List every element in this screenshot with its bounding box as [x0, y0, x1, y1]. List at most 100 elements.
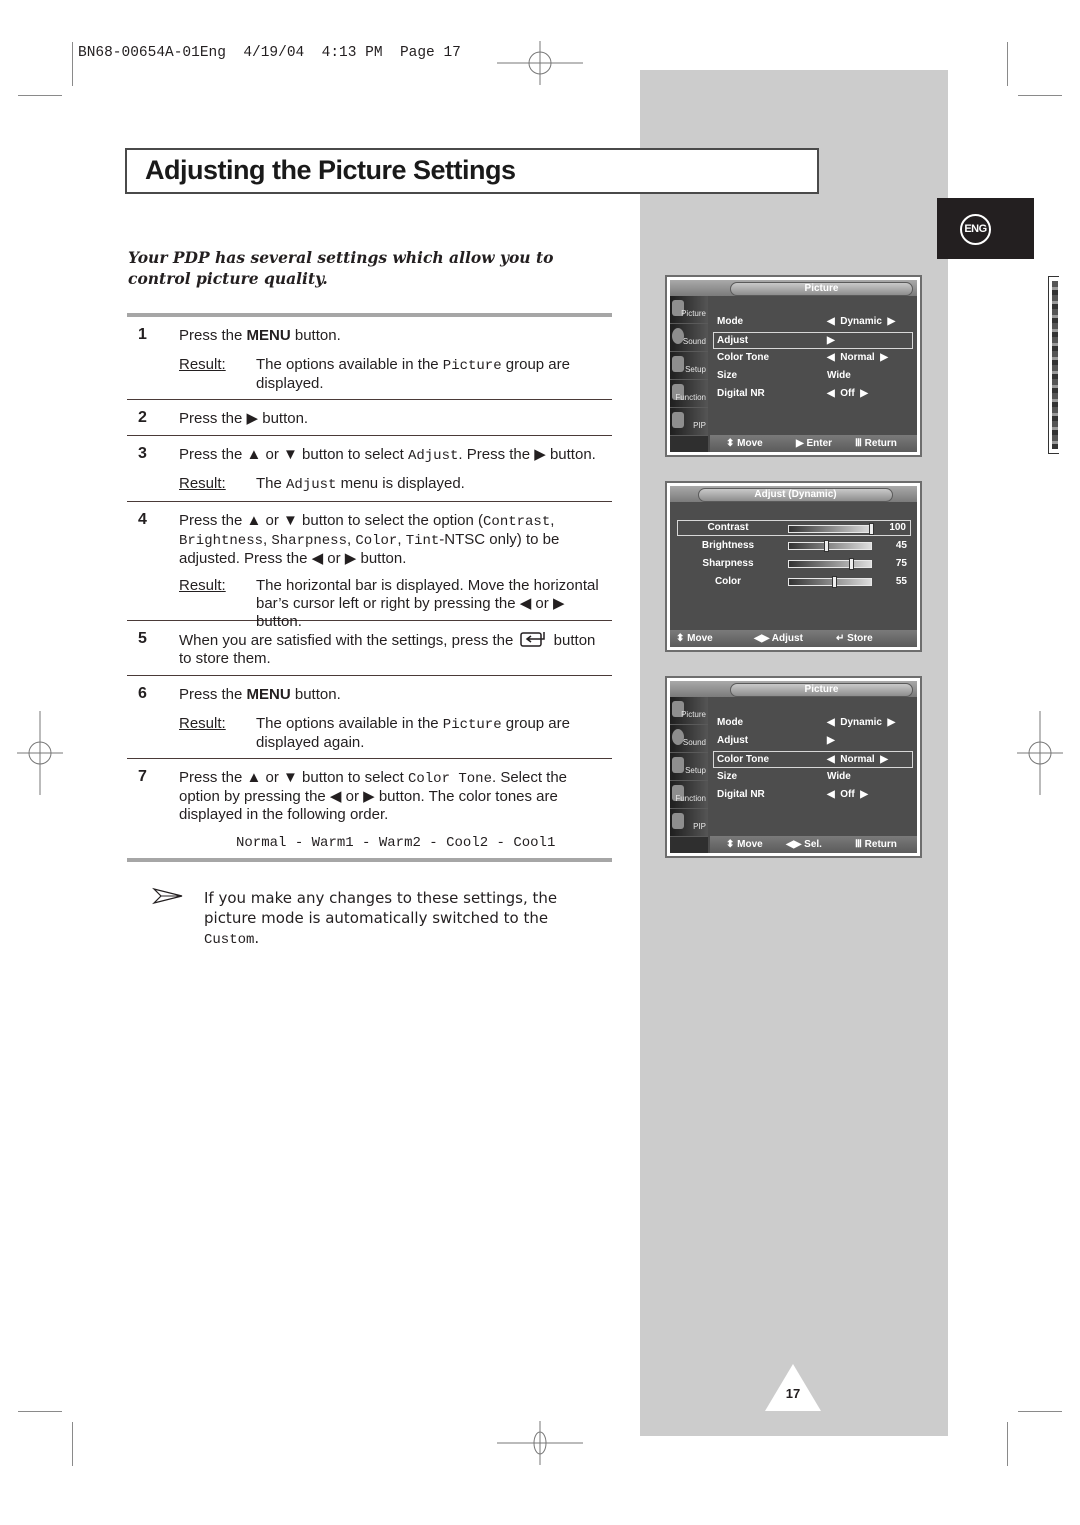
slider-knob[interactable] — [832, 576, 838, 588]
result-text: The Adjust menu is displayed. — [256, 475, 465, 493]
osd-tab-sound[interactable]: Sound — [670, 324, 708, 352]
tone-separator: - — [353, 835, 379, 851]
language-badge: ENG — [960, 214, 991, 245]
osd-hint-adjust: ◀▶ Adjust — [754, 633, 803, 644]
slider-track[interactable] — [788, 523, 874, 535]
osd-row-digital-nr[interactable]: Digital NR ◀ Off ▶ — [714, 386, 913, 402]
crop-mark — [1007, 42, 1008, 86]
osd-footer: ⬍ Move ◀▶ Sel. Ⅲ Return — [710, 836, 917, 853]
slider-knob[interactable] — [848, 558, 854, 570]
osd-tab-setup[interactable]: Setup — [670, 753, 708, 781]
osd-row-mode[interactable]: Mode ◀ Dynamic ▶ — [714, 715, 913, 731]
slider-track[interactable] — [788, 540, 872, 552]
step-number: 2 — [138, 409, 147, 426]
color-tone-order: Normal - Warm1 - Warm2 - Cool2 - Cool1 — [236, 835, 555, 851]
osd-slider-contrast[interactable]: Contrast 100 — [677, 520, 911, 536]
result-label: Result: — [179, 475, 226, 492]
slider-knob[interactable] — [869, 523, 874, 535]
result-label: Result: — [179, 715, 226, 732]
osd-tab-function[interactable]: Function — [670, 380, 708, 408]
step-text: When you are satisfied with the settings… — [179, 632, 596, 667]
crop-mark — [18, 1411, 62, 1412]
step-number: 3 — [138, 445, 147, 462]
step-text: Press the MENU button. — [179, 327, 341, 344]
osd-tab-picture[interactable]: Picture — [670, 296, 708, 324]
result-text: The options available in the Picture gro… — [256, 356, 570, 392]
divider — [127, 858, 612, 862]
step-number: 5 — [138, 630, 147, 647]
registration-mark-left — [17, 711, 63, 795]
step-number: 1 — [138, 326, 147, 343]
slider-knob[interactable] — [823, 540, 829, 552]
osd-row-adjust[interactable]: Adjust ▶ — [714, 733, 913, 749]
osd-hint-move: ⬍ Move — [676, 633, 713, 644]
divider — [127, 435, 612, 436]
step-number: 6 — [138, 685, 147, 702]
osd-hint-move: ⬍ Move — [726, 839, 763, 850]
osd-tab-setup[interactable]: Setup — [670, 352, 708, 380]
result-text: The horizontal bar is displayed. Move th… — [256, 577, 599, 630]
crop-mark — [18, 95, 62, 96]
osd-row-adjust[interactable]: Adjust ▶ — [713, 332, 913, 349]
language-tab: ENG — [937, 198, 1034, 259]
crop-mark — [1018, 1411, 1062, 1412]
registration-mark-bottom — [497, 1421, 583, 1465]
osd-row-mode[interactable]: Mode ◀ Dynamic ▶ — [714, 314, 913, 330]
page-edge-thumbnail — [1048, 276, 1059, 454]
osd-tab-sound[interactable]: Sound — [670, 725, 708, 753]
osd-tab-pip[interactable]: PIP — [670, 809, 708, 837]
osd-row-digital-nr[interactable]: Digital NR ◀ Off ▶ — [714, 787, 913, 803]
step-text: Press the ▲ or ▼ button to select the op… — [179, 512, 560, 567]
osd-picture-menu-color-tone: Picture Picture Sound Setup Function PIP… — [665, 676, 922, 858]
step-text: Press the ▶ button. — [179, 410, 309, 427]
print-header: BN68-00654A-01Eng 4/19/04 4:13 PM Page 1… — [78, 45, 461, 61]
step-text: Press the ▲ or ▼ button to select Color … — [179, 769, 568, 823]
menu-button-label: MENU — [246, 327, 291, 344]
slider-track[interactable] — [788, 558, 872, 570]
step-number: 4 — [138, 511, 147, 528]
divider — [127, 501, 612, 502]
intro-text: Your PDP has several settings which allo… — [128, 248, 554, 288]
osd-title: Adjust (Dynamic) — [698, 488, 893, 502]
osd-row-size[interactable]: Size Wide — [714, 368, 913, 384]
divider — [127, 758, 612, 759]
slider-track[interactable] — [788, 576, 872, 588]
title-box: Adjusting the Picture Settings — [125, 148, 819, 194]
result-label: Result: — [179, 356, 226, 373]
osd-title: Picture — [730, 683, 913, 697]
result-label: Result: — [179, 577, 226, 594]
osd-title: Picture — [730, 282, 913, 296]
osd-hint-move: ⬍ Move — [726, 438, 763, 449]
osd-picture-menu: Picture Picture Sound Setup Function PIP… — [665, 275, 922, 457]
osd-slider-brightness[interactable]: Brightness 45 — [678, 538, 911, 554]
osd-hint-enter: ▶ Enter — [796, 438, 833, 449]
step-number: 7 — [138, 768, 147, 785]
page-number: 17 — [785, 1386, 801, 1401]
step-text: Press the ▲ or ▼ button to select Adjust… — [179, 446, 596, 464]
osd-row-color-tone[interactable]: Color Tone ◀ Normal ▶ — [713, 751, 913, 768]
color-tone-option: Cool2 — [446, 835, 489, 851]
color-tone-option: Warm2 — [378, 835, 421, 851]
crop-mark — [1018, 95, 1062, 96]
osd-tab-picture[interactable]: Picture — [670, 697, 708, 725]
color-tone-option: Cool1 — [513, 835, 556, 851]
step-text: Press the MENU button. — [179, 686, 341, 703]
osd-row-size[interactable]: Size Wide — [714, 769, 913, 785]
page-title: Adjusting the Picture Settings — [145, 155, 516, 185]
divider — [127, 675, 612, 676]
divider — [127, 399, 612, 400]
tone-separator: - — [420, 835, 447, 851]
osd-footer: ⬍ Move ▶ Enter Ⅲ Return — [710, 435, 917, 452]
osd-row-color-tone[interactable]: Color Tone ◀ Normal ▶ — [714, 350, 913, 366]
osd-tab-pip[interactable]: PIP — [670, 408, 708, 436]
osd-slider-sharpness[interactable]: Sharpness 75 — [678, 556, 911, 572]
note-text: If you make any changes to these setting… — [204, 889, 558, 948]
menu-button-label: MENU — [246, 686, 291, 703]
osd-footer: ⬍ Move ◀▶ Adjust ↵ Store — [670, 630, 917, 647]
osd-slider-color[interactable]: Color 55 — [678, 574, 911, 590]
divider — [127, 313, 612, 317]
osd-tab-function[interactable]: Function — [670, 781, 708, 809]
result-text: The options available in the Picture gro… — [256, 715, 570, 751]
crop-mark — [72, 1422, 73, 1466]
registration-mark-right — [1017, 711, 1063, 795]
